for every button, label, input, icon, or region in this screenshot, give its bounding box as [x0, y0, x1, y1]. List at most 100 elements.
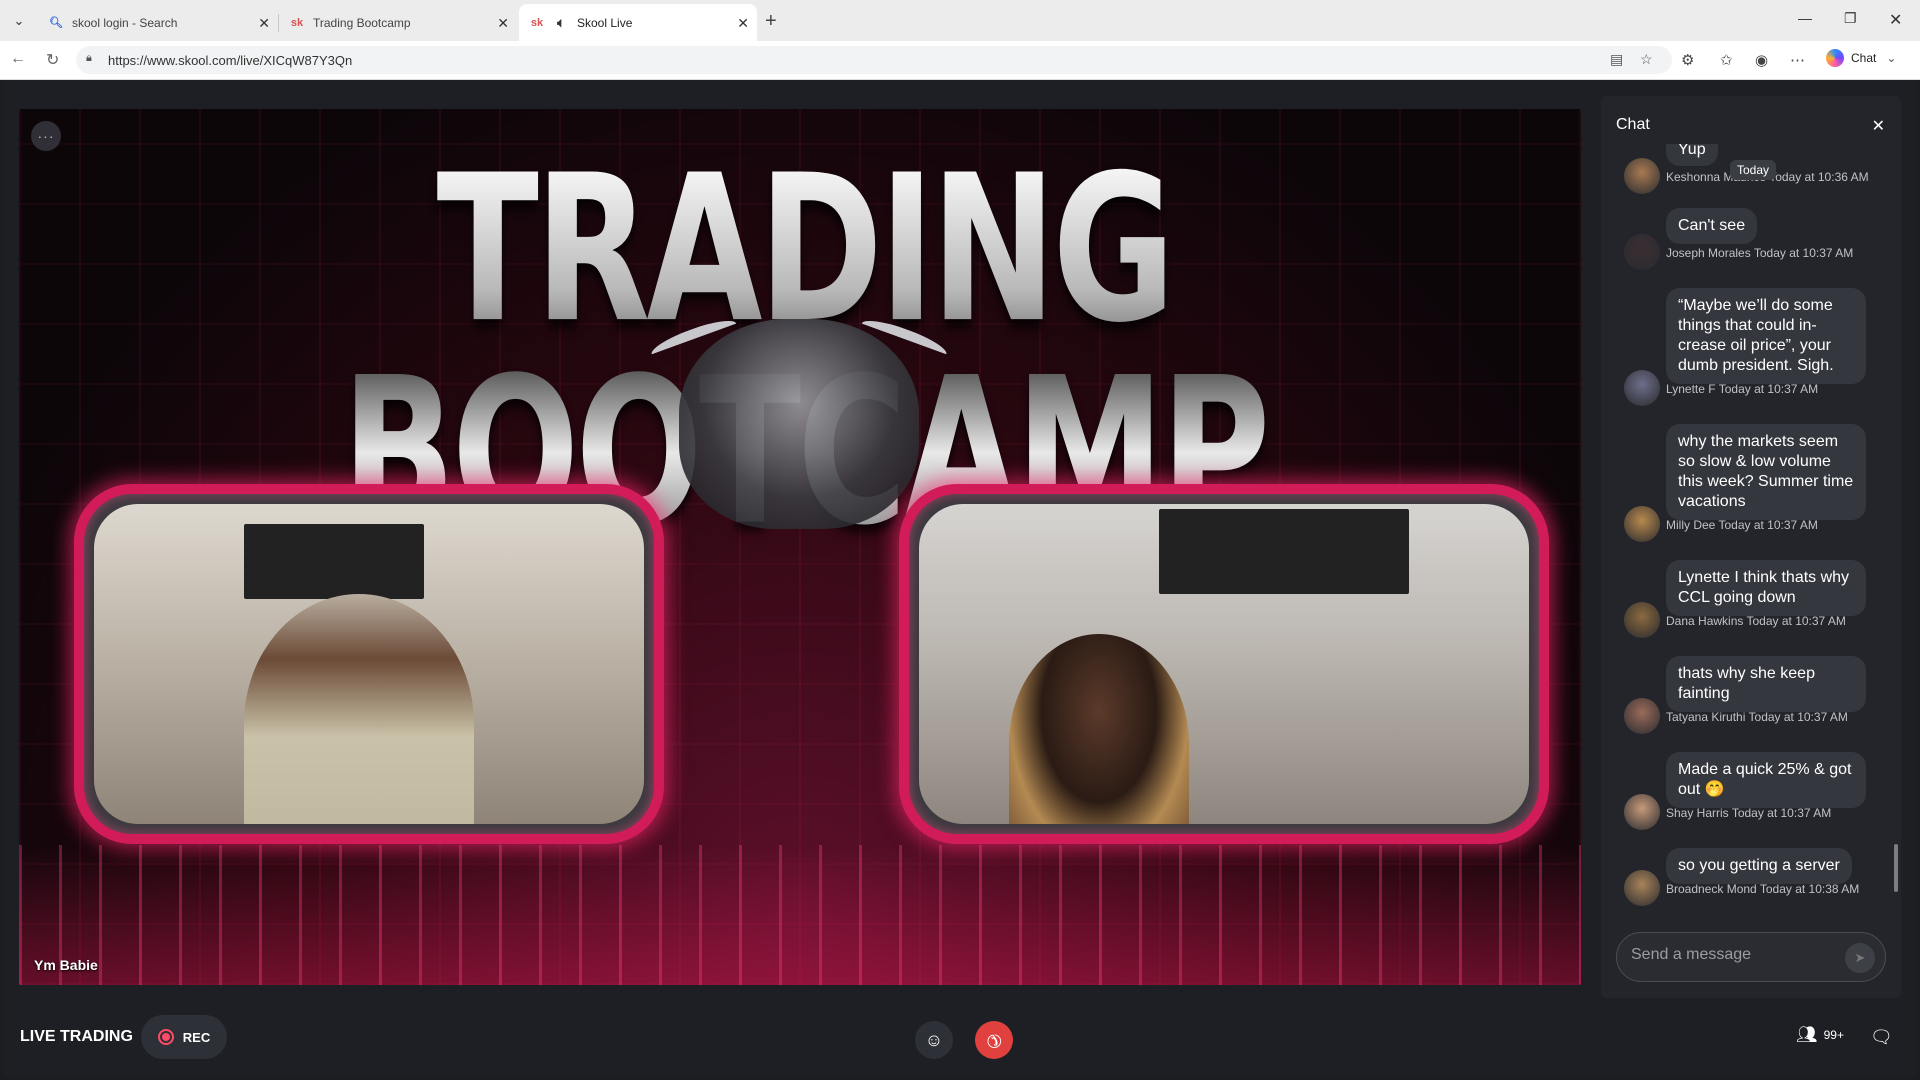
chat-author[interactable]: Broadneck Mond	[1666, 882, 1757, 896]
tab-title: Trading Bootcamp	[313, 15, 411, 30]
restore-window-icon[interactable]: ❐	[1844, 10, 1857, 27]
chat-author[interactable]: Joseph Morales	[1666, 246, 1751, 260]
chat-author[interactable]: Shay Harris	[1666, 806, 1729, 820]
search-icon: 🔍︎	[49, 17, 63, 29]
message-composer: ➤	[1616, 932, 1886, 982]
participant-count: 99+	[1823, 1028, 1844, 1042]
copilot-icon	[1826, 49, 1844, 67]
chat-author[interactable]: Milly Dee	[1666, 518, 1715, 532]
participants-button[interactable]: 👥︎ 99+	[1796, 1025, 1844, 1045]
speaker-name-label: Ym Babie	[34, 957, 98, 973]
chat-author[interactable]: Tatyana Kiruthi	[1666, 710, 1745, 724]
chat-bubble: thats why she keep fainting	[1666, 656, 1866, 712]
chat-bubble: Made a quick 25% & got out 🤭	[1666, 752, 1866, 808]
avatar[interactable]	[1624, 158, 1660, 194]
participant-frame-right	[899, 484, 1549, 844]
live-video-stage[interactable]: TRADING BOOTCAMP ··· Ym Babie	[19, 109, 1581, 985]
address-bar[interactable]: 🔒︎ https://www.skool.com/live/XICqW87Y3Q…	[76, 46, 1672, 74]
chat-message-meta: Joseph Morales Today at 10:37 AM	[1666, 246, 1853, 260]
chat-bubble: why the markets seem so slow & low volum…	[1666, 424, 1866, 520]
chat-bubble: “Maybe we’ll do some things that could i…	[1666, 288, 1866, 384]
chat-time: Today at 10:37 AM	[1718, 518, 1818, 532]
minimize-window-icon[interactable]: —	[1798, 10, 1812, 26]
chat-message-meta: Dana Hawkins Today at 10:37 AM	[1666, 614, 1846, 628]
tab-skool-login-search[interactable]: 🔍︎ skool login - Search ✕	[38, 4, 279, 41]
chat-message-meta: Lynette F Today at 10:37 AM	[1666, 382, 1818, 396]
skool-favicon-icon: sk	[530, 16, 544, 29]
people-icon: 👥︎	[1796, 1025, 1818, 1044]
avatar[interactable]	[1624, 506, 1660, 542]
avatar[interactable]	[1624, 370, 1660, 406]
participant-video-left	[94, 504, 644, 824]
close-tab-icon[interactable]: ✕	[737, 15, 749, 32]
favorite-star-icon[interactable]: ☆	[1640, 51, 1653, 68]
skool-favicon-icon: sk	[290, 16, 304, 29]
chat-time: Today at 10:37 AM	[1748, 710, 1848, 724]
tab-title: skool login - Search	[72, 15, 178, 30]
chat-time: Today at 10:37 AM	[1731, 806, 1832, 820]
more-options-icon[interactable]: ⋯	[1790, 51, 1805, 69]
live-title: LIVE TRADING	[20, 1028, 133, 1045]
lock-icon[interactable]: 🔒︎	[86, 52, 92, 65]
extensions-icon[interactable]: ⚙	[1681, 51, 1694, 69]
tab-trading-bootcamp[interactable]: sk Trading Bootcamp ✕	[279, 4, 517, 41]
back-arrow-icon[interactable]: ←	[10, 50, 26, 68]
url-text[interactable]: https://www.skool.com/live/XICqW87Y3Qn	[108, 53, 352, 68]
close-tab-icon[interactable]: ✕	[258, 15, 270, 32]
new-tab-button[interactable]: +	[765, 10, 777, 33]
hang-up-phone-icon: ✆	[981, 1027, 1007, 1053]
favorites-icon[interactable]: ✩	[1720, 51, 1733, 69]
avatar[interactable]	[1624, 698, 1660, 734]
close-window-icon[interactable]: ✕	[1889, 10, 1902, 30]
copilot-label: Chat	[1851, 51, 1877, 65]
chat-author[interactable]: Dana Hawkins	[1666, 614, 1743, 628]
chat-message-meta: Milly Dee Today at 10:37 AM	[1666, 518, 1818, 532]
avatar[interactable]	[1624, 870, 1660, 906]
speaker-audio-icon[interactable]: 🔈︎	[553, 15, 569, 31]
stage-options-button[interactable]: ···	[31, 121, 61, 151]
date-tooltip: Today	[1730, 160, 1777, 180]
profile-avatar-icon[interactable]: ◉	[1755, 51, 1768, 69]
chat-panel: Chat ✕ Yup Keshonna Maurice Today at 10:…	[1601, 96, 1901, 998]
leave-call-button[interactable]: ✆	[975, 1021, 1013, 1059]
participant-frame-left	[74, 484, 664, 844]
message-input[interactable]	[1631, 946, 1831, 964]
reload-icon[interactable]: ↻	[46, 50, 59, 70]
chat-time: Today at 10:37 AM	[1718, 382, 1819, 396]
chat-message-meta: Broadneck Mond Today at 10:38 AM	[1666, 882, 1859, 896]
tab-title: Skool Live	[577, 15, 633, 30]
chat-time: Today at 10:37 AM	[1746, 614, 1846, 628]
record-icon	[157, 1029, 174, 1045]
record-button[interactable]: REC	[141, 1015, 227, 1059]
chat-toggle-icon[interactable]: 🗨︎	[1870, 1027, 1893, 1048]
chat-bubble: Lynette I think thats why CCL going down	[1666, 560, 1866, 616]
close-tab-icon[interactable]: ✕	[497, 15, 509, 32]
avatar[interactable]	[1624, 234, 1660, 270]
chat-title: Chat	[1616, 116, 1650, 133]
chat-message-list[interactable]: Yup Keshonna Maurice Today at 10:36 AM T…	[1601, 144, 1901, 914]
chat-message-meta: Shay Harris Today at 10:37 AM	[1666, 806, 1831, 820]
copilot-chat-button[interactable]: Chat ⌄	[1826, 49, 1896, 67]
chat-author[interactable]: Lynette F	[1666, 382, 1716, 396]
participant-video-right	[919, 504, 1529, 824]
reactions-button[interactable]: ☺	[915, 1021, 953, 1059]
tab-actions-menu-button[interactable]: ⌄	[6, 8, 32, 34]
chat-bubble: Yup	[1666, 144, 1718, 166]
send-icon[interactable]: ➤	[1845, 943, 1875, 973]
avatar[interactable]	[1624, 794, 1660, 830]
reader-mode-icon[interactable]: ▤	[1610, 51, 1623, 68]
smile-emoji-icon: ☺	[924, 1029, 944, 1050]
tab-skool-live[interactable]: sk 🔈︎ Skool Live ✕	[519, 4, 757, 41]
avatar[interactable]	[1624, 602, 1660, 638]
close-chat-icon[interactable]: ✕	[1872, 116, 1885, 136]
chat-scrollbar[interactable]	[1894, 844, 1898, 892]
record-label: REC	[182, 1029, 211, 1045]
chat-bubble: so you getting a server	[1666, 848, 1852, 884]
chat-message-meta: Tatyana Kiruthi Today at 10:37 AM	[1666, 710, 1848, 724]
chat-bubble: Can't see	[1666, 208, 1758, 244]
chat-time: Today at 10:38 AM	[1759, 882, 1860, 896]
chevron-down-icon[interactable]: ⌄	[1886, 51, 1896, 65]
bull-graphic	[679, 319, 919, 529]
browser-tab-bar: ⌄ 🔍︎ skool login - Search ✕ sk Trading B…	[0, 0, 1920, 41]
chat-time: Today at 10:36 AM	[1769, 170, 1869, 184]
